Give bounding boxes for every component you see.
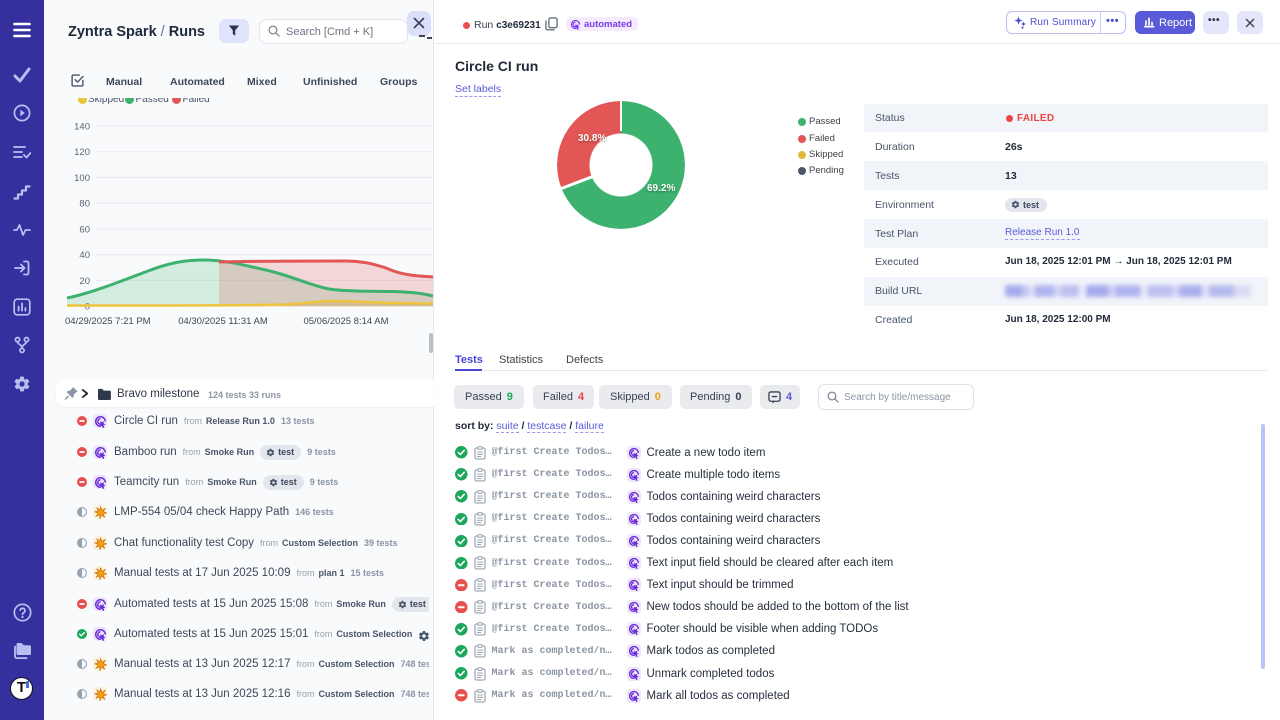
svg-text:20: 20 <box>79 276 90 287</box>
svg-text:40: 40 <box>79 250 90 261</box>
svg-text:05/06/2025 8:14 AM: 05/06/2025 8:14 AM <box>303 316 388 327</box>
svg-text:60: 60 <box>79 225 90 236</box>
svg-text:140: 140 <box>74 122 90 133</box>
svg-text:120: 120 <box>74 147 90 158</box>
svg-text:04/29/2025 7:21 PM: 04/29/2025 7:21 PM <box>65 316 151 327</box>
svg-text:04/30/2025 11:31 AM: 04/30/2025 11:31 AM <box>178 316 268 327</box>
svg-text:80: 80 <box>79 199 90 210</box>
svg-text:100: 100 <box>74 173 90 184</box>
